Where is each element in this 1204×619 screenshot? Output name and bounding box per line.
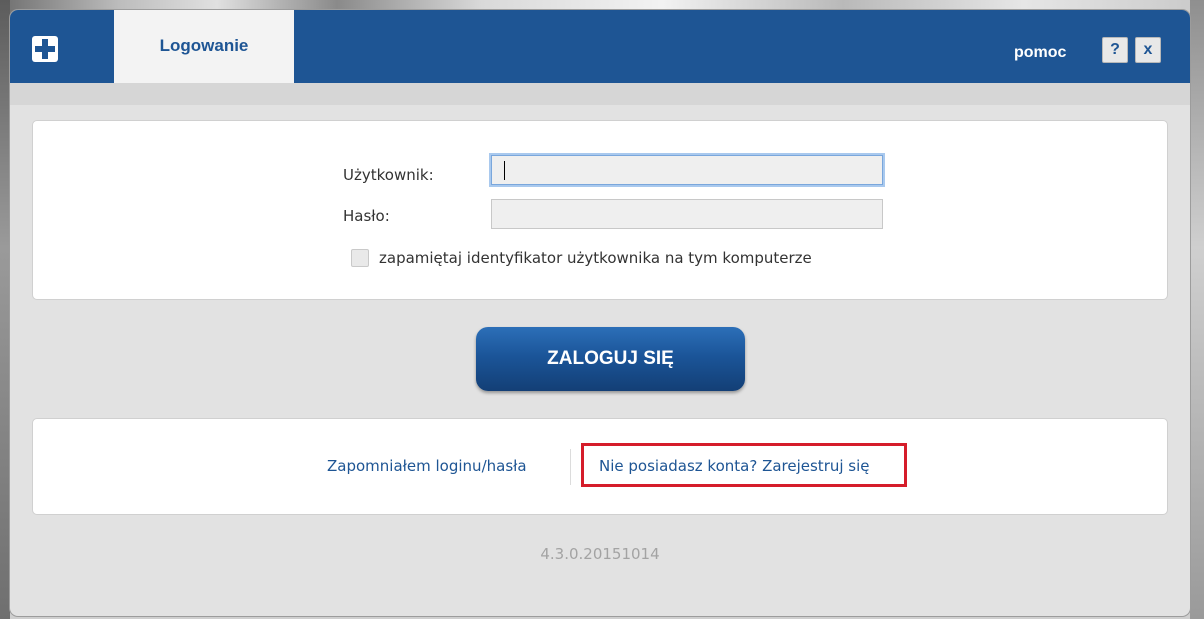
username-input[interactable] <box>491 155 883 185</box>
desktop-background-right <box>1190 0 1204 619</box>
help-button[interactable]: ? <box>1102 37 1128 63</box>
sub-header-bar <box>10 83 1190 105</box>
login-button-label: ZALOGUJ SIĘ <box>547 348 674 369</box>
title-bar: Logowanie pomoc ? x <box>10 10 1190 83</box>
password-input[interactable] <box>491 199 883 229</box>
app-logo-icon <box>32 36 58 62</box>
remember-row: zapamiętaj identyfikator użytkownika na … <box>351 247 812 269</box>
links-panel: Zapomniałem loginu/hasła Nie posiadasz k… <box>32 418 1168 515</box>
username-label: Użytkownik: <box>343 166 434 184</box>
remember-checkbox[interactable] <box>351 249 369 267</box>
tab-logowanie[interactable]: Logowanie <box>114 10 294 83</box>
login-panel: Użytkownik: Hasło: zapamiętaj identyfika… <box>32 120 1168 300</box>
desktop-background-left <box>0 0 10 619</box>
help-link[interactable]: pomoc <box>1014 44 1066 62</box>
forgot-credentials-link[interactable]: Zapomniałem loginu/hasła <box>327 457 527 475</box>
register-link[interactable]: Nie posiadasz konta? Zarejestruj się <box>599 457 870 475</box>
text-caret <box>504 161 505 180</box>
version-label: 4.3.0.20151014 <box>540 545 660 563</box>
remember-label[interactable]: zapamiętaj identyfikator użytkownika na … <box>379 249 812 267</box>
tab-label: Logowanie <box>159 36 249 55</box>
password-label: Hasło: <box>343 207 390 225</box>
link-divider <box>570 449 571 485</box>
login-button[interactable]: ZALOGUJ SIĘ <box>476 327 745 391</box>
login-window: Logowanie pomoc ? x Użytkownik: Hasło: z… <box>10 10 1190 616</box>
close-button[interactable]: x <box>1135 37 1161 63</box>
